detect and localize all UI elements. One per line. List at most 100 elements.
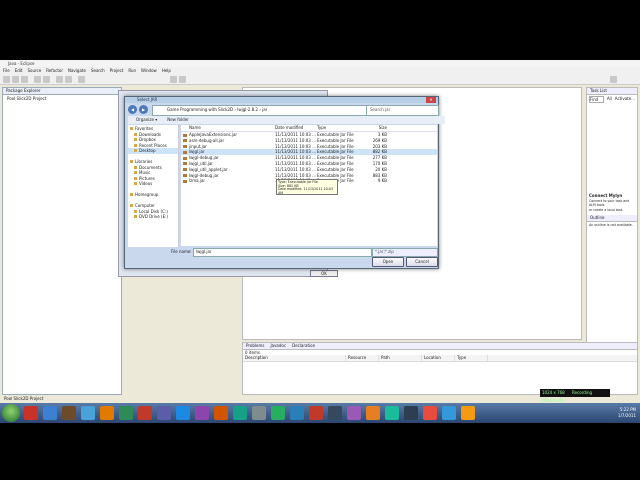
new-package-icon[interactable] <box>56 76 63 83</box>
tab-problems[interactable]: Problems <box>246 343 264 349</box>
file-list: Name Date modified Type Size AppleJavaEx… <box>181 125 437 246</box>
print-icon[interactable] <box>21 76 28 83</box>
menu-project[interactable]: Project <box>110 67 124 74</box>
taskbar-app-icon[interactable] <box>233 406 247 420</box>
col-resource[interactable]: Resource <box>346 355 379 361</box>
taskbar-app-icon[interactable] <box>423 406 437 420</box>
taskbar-app-icon[interactable] <box>252 406 266 420</box>
back-arrow-icon[interactable]: ◀ <box>128 105 137 114</box>
tab-javadoc[interactable]: Javadoc <box>270 343 286 349</box>
menu-navigate[interactable]: Navigate <box>68 67 86 74</box>
taskbar-app-icon[interactable] <box>214 406 228 420</box>
menu-edit[interactable]: Edit <box>15 67 23 74</box>
outline-label[interactable]: Outline <box>590 215 604 221</box>
tooltip-date: Date modified: 11/13/2011 10:03 AM <box>278 187 334 195</box>
project-item[interactable]: Pool Slick2D Project <box>3 95 121 102</box>
task-list-tab: Task List <box>587 88 637 95</box>
system-clock[interactable]: 5:22 PM 1/7/2011 <box>618 407 636 419</box>
mylyn-local-task-text[interactable]: or create a local task. <box>589 208 637 213</box>
taskbar-app-icon[interactable] <box>309 406 323 420</box>
find-field[interactable]: Find <box>589 96 604 103</box>
col-type[interactable]: Type <box>317 125 357 131</box>
col-path[interactable]: Path <box>379 355 422 361</box>
jar-file-icon <box>183 156 187 160</box>
menu-search[interactable]: Search <box>91 67 105 74</box>
file-name-text: AppleJavaExtensions.jar <box>189 132 238 137</box>
folder-icon <box>130 127 133 131</box>
taskbar-app-icon[interactable] <box>195 406 209 420</box>
ok-button[interactable]: OK <box>310 270 338 277</box>
search-icon[interactable] <box>78 76 85 83</box>
taskbar-app-icon[interactable] <box>347 406 361 420</box>
taskbar-app-icon[interactable] <box>290 406 304 420</box>
file-name-text: lwjgl_util_applet.jar <box>189 166 228 172</box>
filename-input[interactable]: lwjgl.jar <box>193 248 372 257</box>
taskbar-app-icon[interactable] <box>366 406 380 420</box>
start-button[interactable] <box>2 404 20 422</box>
menu-window[interactable]: Window <box>141 67 157 74</box>
taskbar-app-icon[interactable] <box>461 406 475 420</box>
task-list-label[interactable]: Task List <box>590 88 607 94</box>
window-title: Java - Eclipse <box>0 60 640 67</box>
close-icon[interactable]: ✕ <box>426 97 436 103</box>
folder-icon <box>134 176 137 180</box>
file-tooltip: Type: Executable Jar File Size: 882 KB D… <box>276 179 338 195</box>
taskbar-app-icon[interactable] <box>138 406 152 420</box>
col-name[interactable]: Name <box>181 125 275 131</box>
navigation-pane: Favorites Downloads Dropbox Recent Places De… <box>128 125 179 247</box>
run-icon[interactable] <box>43 76 50 83</box>
back-icon[interactable] <box>170 76 177 83</box>
search-input[interactable]: Search jar <box>366 105 439 116</box>
mylyn-connect-text[interactable]: Connect to your task and ALM tools <box>589 199 637 208</box>
col-type[interactable]: Type <box>455 355 488 361</box>
menu-refactor[interactable]: Refactor <box>46 67 63 74</box>
taskbar-app-icon[interactable] <box>442 406 456 420</box>
menu-run[interactable]: Run <box>128 67 136 74</box>
java-perspective-icon[interactable] <box>610 76 617 83</box>
open-button[interactable]: Open <box>372 257 404 267</box>
forward-icon[interactable] <box>179 76 186 83</box>
menu-help[interactable]: Help <box>162 67 171 74</box>
breadcrumb[interactable]: Game Programming with Slick2D › lwjgl-2.… <box>152 105 378 116</box>
taskbar-app-icon[interactable] <box>328 406 342 420</box>
file-list-header: Name Date modified Type Size <box>181 125 437 132</box>
file-name-text: lwjgl-debug.jar <box>189 155 219 161</box>
outline-tab: Outline <box>587 215 637 222</box>
dialog-buttons: Open Cancel <box>372 257 438 267</box>
taskbar-app-icon[interactable] <box>404 406 418 420</box>
new-folder-button[interactable]: New folder <box>167 116 189 124</box>
forward-arrow-icon[interactable]: ▶ <box>139 105 148 114</box>
taskbar-app-icon[interactable] <box>119 406 133 420</box>
new-icon[interactable] <box>3 76 10 83</box>
filetype-select[interactable]: *.jar;*.zip <box>372 248 438 257</box>
menu-file[interactable]: File <box>3 67 10 74</box>
debug-icon[interactable] <box>34 76 41 83</box>
menu-source[interactable]: Source <box>27 67 41 74</box>
taskbar-app-icon[interactable] <box>271 406 285 420</box>
new-class-icon[interactable] <box>65 76 72 83</box>
file-name-text: lwjgl_util.jar <box>189 160 213 166</box>
package-explorer-tab[interactable]: Package Explorer <box>3 88 121 95</box>
taskbar-app-icon[interactable] <box>43 406 57 420</box>
col-size[interactable]: Size <box>357 125 390 131</box>
taskbar-app-icon[interactable] <box>24 406 38 420</box>
taskbar-app-icon[interactable] <box>385 406 399 420</box>
save-icon[interactable] <box>12 76 19 83</box>
taskbar-app-icon[interactable] <box>62 406 76 420</box>
col-description[interactable]: Description <box>243 355 346 361</box>
col-date-modified[interactable]: Date modified <box>275 125 317 131</box>
taskbar-app-icon[interactable] <box>81 406 95 420</box>
recording-resolution: 1024 x 768 <box>542 390 565 395</box>
recording-indicator: 1024 x 768 Recording [00:05:07] <box>540 389 610 403</box>
nav-item[interactable]: DVD Drive (E:) <box>128 214 178 220</box>
taskbar-app-icon[interactable] <box>100 406 114 420</box>
taskbar-app-icon[interactable] <box>176 406 190 420</box>
cancel-button[interactable]: Cancel <box>406 257 438 267</box>
organize-button[interactable]: Organize ▾ <box>136 116 157 124</box>
col-location[interactable]: Location <box>422 355 455 361</box>
folder-icon <box>134 171 137 175</box>
tab-declaration[interactable]: Declaration <box>292 343 315 349</box>
activate-link[interactable]: Activate... <box>615 96 635 103</box>
all-filter[interactable]: All <box>607 96 612 103</box>
taskbar-app-icon[interactable] <box>157 406 171 420</box>
